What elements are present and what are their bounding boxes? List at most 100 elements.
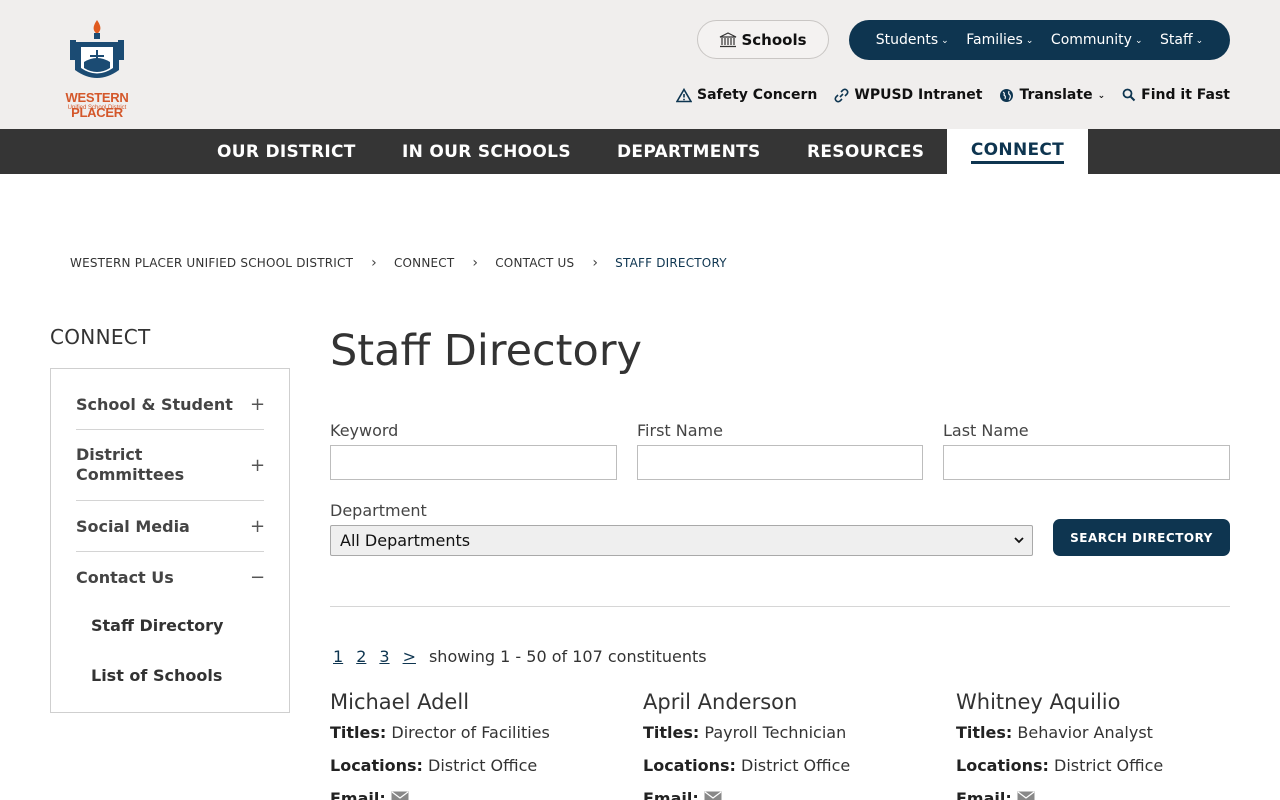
breadcrumb: WESTERN PLACER UNIFIED SCHOOL DISTRICT ›… bbox=[70, 255, 727, 271]
last-name-input[interactable] bbox=[943, 445, 1230, 480]
page-link-3[interactable]: 3 bbox=[379, 647, 389, 666]
site-header: WESTERN PLACER Unified School District S… bbox=[0, 0, 1280, 129]
sidebar-divider bbox=[76, 500, 264, 501]
department-select[interactable]: All Departments bbox=[330, 525, 1033, 556]
results-summary: showing 1 - 50 of 107 constituents bbox=[428, 647, 707, 666]
sidebar-item-label: Social Media bbox=[76, 516, 190, 536]
first-name-input[interactable] bbox=[637, 445, 923, 480]
email-icon[interactable] bbox=[1017, 791, 1035, 800]
staff-email: Email: bbox=[956, 789, 1246, 800]
find-it-fast-link[interactable]: Find it Fast bbox=[1122, 87, 1230, 103]
keyword-label: Keyword bbox=[330, 421, 399, 440]
first-name-label: First Name bbox=[637, 421, 723, 440]
staff-location-value: District Office bbox=[741, 756, 851, 775]
staff-location-value: District Office bbox=[428, 756, 538, 775]
staff-card: April Anderson Titles: Payroll Technicia… bbox=[643, 690, 933, 800]
safety-concern-link[interactable]: Safety Concern bbox=[676, 87, 817, 103]
audience-nav: Students ⌄ Families ⌄ Community ⌄ Staff ⌄ bbox=[849, 20, 1230, 60]
nav-resources[interactable]: RESOURCES bbox=[807, 129, 924, 174]
page-link-2[interactable]: 2 bbox=[356, 647, 366, 666]
staff-title-value: Payroll Technician bbox=[704, 723, 847, 742]
sidebar-item-district-committees[interactable]: District Committees + bbox=[76, 444, 265, 486]
audience-label: Families bbox=[966, 32, 1023, 48]
chevron-down-icon: ⌄ bbox=[1097, 91, 1106, 101]
staff-name: Whitney Aquilio bbox=[956, 690, 1121, 714]
audience-label: Community bbox=[1050, 32, 1132, 48]
chevron-down-icon: ⌄ bbox=[941, 36, 949, 46]
sidebar-item-contact-us[interactable]: Contact Us − bbox=[76, 566, 265, 588]
staff-email: Email: bbox=[330, 789, 620, 800]
sidebar-item-school-student[interactable]: School & Student + bbox=[76, 393, 265, 415]
staff-title: Titles: Payroll Technician bbox=[643, 723, 933, 743]
sidebar-item-label: School & Student bbox=[76, 394, 233, 414]
nav-connect-label: CONNECT bbox=[970, 140, 1065, 164]
divider bbox=[330, 606, 1230, 607]
page-title: Staff Directory bbox=[330, 326, 642, 376]
field-label: Locations: bbox=[330, 756, 423, 775]
translate-dropdown[interactable]: Translate ⌄ bbox=[999, 87, 1105, 103]
field-label: Titles: bbox=[330, 723, 387, 742]
breadcrumb-contact-us[interactable]: CONTACT US bbox=[495, 256, 574, 270]
link-icon bbox=[834, 88, 849, 102]
chevron-right-icon: › bbox=[592, 255, 599, 271]
plus-icon[interactable]: + bbox=[250, 455, 265, 476]
breadcrumb-current: STAFF DIRECTORY bbox=[615, 256, 727, 270]
translate-label: Translate bbox=[1019, 87, 1093, 103]
warning-triangle-icon bbox=[676, 87, 692, 102]
chevron-right-icon: › bbox=[472, 255, 479, 271]
breadcrumb-home[interactable]: WESTERN PLACER UNIFIED SCHOOL DISTRICT bbox=[70, 256, 353, 270]
safety-concern-label: Safety Concern bbox=[697, 87, 818, 103]
chevron-down-icon: ⌄ bbox=[1195, 36, 1204, 46]
minus-icon[interactable]: − bbox=[250, 567, 265, 588]
chevron-down-icon bbox=[1014, 537, 1024, 544]
keyword-input[interactable] bbox=[330, 445, 617, 480]
search-directory-button[interactable]: SEARCH DIRECTORY bbox=[1053, 519, 1230, 556]
nav-departments[interactable]: DEPARTMENTS bbox=[617, 129, 761, 174]
staff-email: Email: bbox=[643, 789, 933, 800]
sidebar-heading: CONNECT bbox=[50, 325, 151, 349]
logo-crest-icon bbox=[70, 20, 124, 78]
staff-location: Locations: District Office bbox=[643, 756, 933, 776]
staff-title-value: Director of Facilities bbox=[391, 723, 550, 742]
nav-in-our-schools[interactable]: IN OUR SCHOOLS bbox=[402, 129, 571, 174]
plus-icon[interactable]: + bbox=[250, 394, 265, 415]
plus-icon[interactable]: + bbox=[250, 516, 265, 537]
staff-location: Locations: District Office bbox=[330, 756, 620, 776]
sidebar-subitem-list-of-schools[interactable]: List of Schools bbox=[91, 666, 222, 685]
field-label: Email: bbox=[643, 789, 699, 800]
nav-connect[interactable]: CONNECT bbox=[947, 129, 1088, 174]
chevron-down-icon: ⌄ bbox=[1134, 36, 1143, 46]
breadcrumb-connect[interactable]: CONNECT bbox=[394, 256, 454, 270]
staff-location: Locations: District Office bbox=[956, 756, 1246, 776]
intranet-link[interactable]: WPUSD Intranet bbox=[834, 87, 982, 103]
field-label: Titles: bbox=[643, 723, 700, 742]
intranet-label: WPUSD Intranet bbox=[854, 87, 983, 103]
district-logo[interactable]: WESTERN PLACER Unified School District bbox=[48, 18, 146, 120]
audience-label: Students bbox=[875, 32, 939, 48]
search-icon bbox=[1122, 88, 1136, 102]
sidebar-item-social-media[interactable]: Social Media + bbox=[76, 515, 265, 537]
page-link-1[interactable]: 1 bbox=[333, 647, 343, 666]
staff-card: Whitney Aquilio Titles: Behavior Analyst… bbox=[956, 690, 1246, 800]
last-name-label: Last Name bbox=[943, 421, 1029, 440]
audience-community[interactable]: Community ⌄ bbox=[1051, 32, 1143, 48]
next-page-link[interactable]: > bbox=[403, 647, 416, 666]
email-icon[interactable] bbox=[391, 791, 409, 800]
audience-families[interactable]: Families ⌄ bbox=[966, 32, 1033, 48]
chevron-right-icon: › bbox=[371, 255, 377, 271]
schools-button[interactable]: Schools bbox=[697, 20, 829, 59]
building-icon bbox=[720, 31, 737, 47]
nav-our-district[interactable]: OUR DISTRICT bbox=[217, 129, 356, 174]
utility-links: Safety Concern WPUSD Intranet Translate ⌄… bbox=[676, 85, 1230, 105]
audience-staff[interactable]: Staff ⌄ bbox=[1160, 32, 1203, 48]
staff-name: April Anderson bbox=[643, 690, 798, 714]
sidebar-item-label: District Committees bbox=[76, 445, 185, 484]
audience-students[interactable]: Students ⌄ bbox=[876, 32, 949, 48]
field-label: Email: bbox=[330, 789, 386, 800]
email-icon[interactable] bbox=[704, 791, 722, 800]
field-label: Locations: bbox=[956, 756, 1049, 775]
field-label: Email: bbox=[956, 789, 1012, 800]
globe-icon bbox=[1000, 88, 1014, 102]
staff-title: Titles: Behavior Analyst bbox=[956, 723, 1246, 743]
sidebar-subitem-staff-directory[interactable]: Staff Directory bbox=[91, 616, 223, 635]
